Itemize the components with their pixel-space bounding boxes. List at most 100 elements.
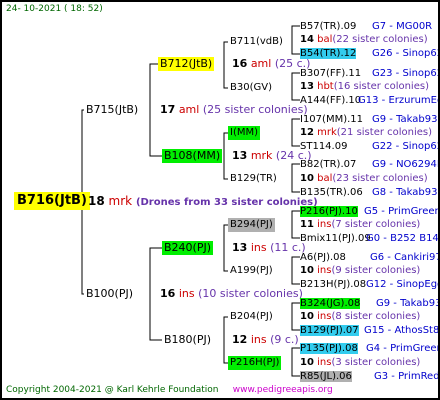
gen4-queen-c1[interactable]: B294(PJ)	[228, 218, 275, 232]
gen3-b-station: mrk	[250, 149, 273, 162]
gen5-lineage-code: G4 - PrimGreen00	[366, 343, 438, 354]
gen2-bottom-count: 16	[160, 287, 176, 300]
gen5-lineage-code: G7 - MG00R	[372, 21, 433, 32]
gen3-queen-d[interactable]: B180(PJ)	[162, 333, 213, 347]
gen5-row-5: 13 hbt(16 sister colonies)	[300, 80, 429, 93]
gen5-row-13[interactable]: P216(PJ).10 G5 - PrimGreen00	[300, 205, 438, 218]
gen5-row-23: 10 ins(3 sister colonies)	[300, 356, 420, 369]
gen5-station: ins	[317, 311, 332, 322]
gen5-queen-id: P216(PJ).10	[300, 206, 358, 217]
gen3-d-mating-info: 12 ins (9 c.)	[232, 333, 299, 346]
gen5-row-24[interactable]: R85(JL).06 G3 - PrimRed01	[300, 370, 438, 383]
gen5-station: hbt	[317, 81, 334, 92]
gen5-row-15[interactable]: Bmix11(PJ).09G0 - B252 B147 B	[300, 232, 438, 245]
gen5-lineage-code: G0 - B252 B147 B	[366, 233, 439, 244]
gen5-queen-id: B307(FF).11	[300, 68, 362, 79]
gen2-top-note: (25 sister colonies)	[202, 103, 308, 116]
gen5-queen-id: B129(PJ).07	[300, 325, 359, 336]
root-drone-count: 18	[88, 194, 105, 208]
gen3-a-count: 16	[232, 57, 248, 70]
gen5-lineage-code: G5 - PrimGreen00	[364, 206, 438, 217]
gen5-count: 13	[300, 81, 314, 92]
gen5-station: ins	[317, 357, 332, 368]
gen5-queen-id: B57(TR).09	[300, 21, 357, 32]
gen5-count: 14	[300, 34, 314, 45]
gen5-row-6[interactable]: A144(FF).10G13 - ErzurumEgg8	[300, 94, 438, 107]
gen5-row-3[interactable]: B54(TR).12 G26 - Sinop62R	[300, 47, 438, 60]
gen2-top-queen[interactable]: B715(JtB)	[84, 103, 140, 117]
gen2-top-count: 17	[160, 103, 176, 116]
gen5-row-22[interactable]: P135(PJ).08 G4 - PrimGreen00	[300, 342, 438, 355]
gen5-row-16[interactable]: A6(PJ).08 G6 - Cankiri97Q	[300, 251, 438, 264]
gen5-lineage-code: G9 - Takab93R	[376, 298, 438, 309]
gen4-queen-a2[interactable]: B30(GV)	[228, 81, 274, 95]
gen5-row-21[interactable]: B129(PJ).07 G15 - AthosSt80R	[300, 324, 438, 337]
gen3-queen-b[interactable]: B108(MM)	[162, 149, 223, 163]
gen5-lineage-code: G15 - AthosSt80R	[364, 325, 440, 336]
gen2-top-mating-info: 17 aml (25 sister colonies)	[160, 103, 308, 116]
gen2-bottom-queen[interactable]: B100(PJ)	[84, 287, 135, 301]
gen5-note: (21 sister colonies)	[336, 127, 433, 138]
gen3-c-mating-info: 13 ins (11 c.)	[232, 241, 306, 254]
gen2-bottom-note: (10 sister colonies)	[198, 287, 303, 300]
gen5-note: (16 sister colonies)	[333, 81, 429, 92]
gen4-queen-d1[interactable]: B204(PJ)	[228, 310, 275, 324]
gen4-queen-c2[interactable]: A199(PJ)	[228, 264, 275, 278]
gen5-row-12[interactable]: B135(TR).06 G8 - Takab93aR	[300, 186, 438, 199]
gen5-count: 10	[300, 173, 314, 184]
root-drone-note: (Drones from 33 sister colonies)	[135, 197, 318, 208]
gen2-bottom-mating-info: 16 ins (10 sister colonies)	[160, 287, 303, 300]
gen5-note: (23 sister colonies)	[332, 173, 428, 184]
gen5-row-19[interactable]: B324(JG).08 G9 - Takab93R	[300, 297, 438, 310]
gen5-row-18[interactable]: B213H(PJ).08G12 - SinopEgg86R	[300, 278, 438, 291]
gen5-row-20: 10 ins(8 sister colonies)	[300, 310, 420, 323]
copyright-text: Copyright 2004-2021 @ Karl Kehrle Founda…	[6, 385, 219, 395]
gen5-lineage-code: G6 - Cankiri97Q	[370, 252, 438, 263]
root-queen-label[interactable]: B716(JtB)	[14, 192, 90, 210]
gen5-queen-id: B213H(PJ).08	[300, 279, 367, 290]
gen4-queen-b2[interactable]: B129(TR)	[228, 172, 279, 186]
gen3-b-count: 13	[232, 149, 248, 162]
gen5-count: 10	[300, 311, 314, 322]
gen2-top-station: aml	[178, 103, 200, 116]
gen5-row-2: 14 bal(22 sister colonies)	[300, 33, 428, 46]
gen5-station: mrk	[317, 127, 337, 138]
gen5-note: (9 sister colonies)	[331, 265, 421, 276]
gen5-queen-id: B54(TR).12	[300, 48, 357, 59]
gen5-row-17: 10 ins(9 sister colonies)	[300, 264, 420, 277]
gen5-lineage-code: G9 - NO6294R	[372, 159, 440, 170]
gen5-lineage-code: G22 - Sinop62R	[372, 141, 438, 152]
gen3-queen-a[interactable]: B712(JtB)	[158, 57, 215, 71]
pedigree-chart: 24- 10-2021 ( 18: 52) B716(JtB) 18 mrk (…	[0, 0, 440, 400]
gen5-station: bal	[317, 34, 333, 45]
gen5-row-4[interactable]: B307(FF).11 G23 - Sinop62R	[300, 67, 438, 80]
gen5-queen-id: I107(MM).11	[300, 114, 363, 125]
gen5-station: bal	[317, 173, 333, 184]
gen4-queen-d2[interactable]: P216H(PJ)	[228, 356, 282, 370]
gen5-queen-id: A6(PJ).08	[300, 252, 346, 263]
gen5-row-14: 11 ins(7 sister colonies)	[300, 218, 420, 231]
gen5-row-8: 12 mrk(21 sister colonies)	[300, 126, 432, 139]
gen5-row-7[interactable]: I107(MM).11 G9 - Takab93aR	[300, 113, 438, 126]
gen5-row-1[interactable]: B57(TR).09 G7 - MG00R	[300, 20, 432, 33]
gen5-queen-id: B135(TR).06	[300, 187, 363, 198]
gen5-row-10[interactable]: B82(TR).07 G9 - NO6294R	[300, 158, 438, 171]
gen5-queen-id: R85(JL).06	[300, 371, 352, 382]
gen3-d-station: ins	[250, 333, 267, 346]
gen5-station: ins	[317, 265, 332, 276]
gen4-queen-b1[interactable]: I(MM)	[228, 126, 261, 140]
gen3-c-count: 13	[232, 241, 248, 254]
gen5-lineage-code: G23 - Sinop62R	[372, 68, 438, 79]
root-mating-info: 18 mrk (Drones from 33 sister colonies)	[88, 193, 318, 211]
gen4-queen-a1[interactable]: B711(vdB)	[228, 35, 285, 49]
root-mating-station: mrk	[108, 194, 133, 208]
gen5-note: (8 sister colonies)	[331, 311, 421, 322]
gen3-c-station: ins	[250, 241, 267, 254]
gen5-note: (7 sister colonies)	[331, 219, 421, 230]
gen3-queen-c[interactable]: B240(PJ)	[162, 241, 214, 255]
gen5-station: ins	[317, 219, 332, 230]
gen5-count: 12	[300, 127, 314, 138]
gen5-queen-id: ST114.09	[300, 141, 348, 152]
website-link[interactable]: www.pedigreeapis.org	[233, 385, 333, 395]
gen5-row-9[interactable]: ST114.09 G22 - Sinop62R	[300, 140, 438, 153]
